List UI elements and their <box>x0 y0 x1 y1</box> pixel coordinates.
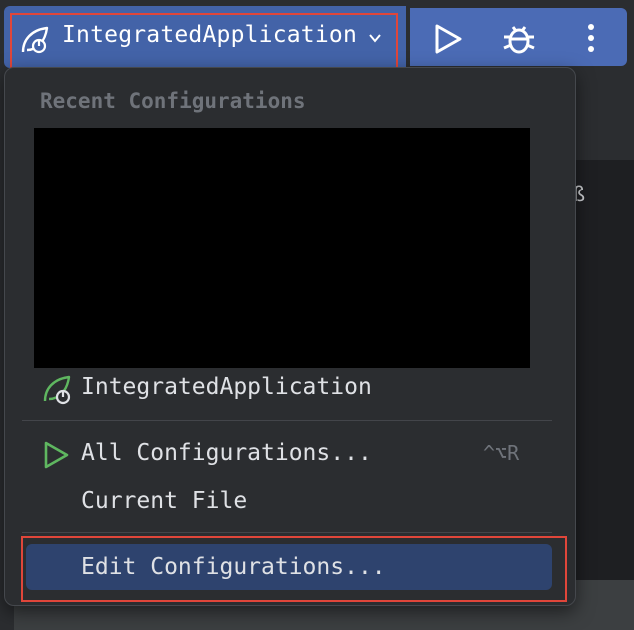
debug-icon[interactable] <box>502 20 536 56</box>
recent-config-item[interactable]: IntegratedApplication <box>81 374 372 400</box>
run-icon[interactable] <box>432 22 464 56</box>
all-configurations-shortcut: ^⌥R <box>483 441 520 465</box>
spring-boot-config-icon <box>43 375 71 405</box>
more-vertical-icon[interactable] <box>580 20 602 56</box>
recent-configurations-title: Recent Configurations <box>40 89 306 113</box>
edit-configurations-highlight <box>21 536 567 602</box>
separator <box>22 420 552 421</box>
run-icon <box>44 441 69 469</box>
editor-header <box>572 80 634 161</box>
redacted-area <box>34 128 530 368</box>
all-configurations-item[interactable]: All Configurations... <box>81 440 372 466</box>
run-configuration-highlight <box>10 13 398 69</box>
separator <box>22 532 552 533</box>
current-file-item[interactable]: Current File <box>81 488 247 514</box>
